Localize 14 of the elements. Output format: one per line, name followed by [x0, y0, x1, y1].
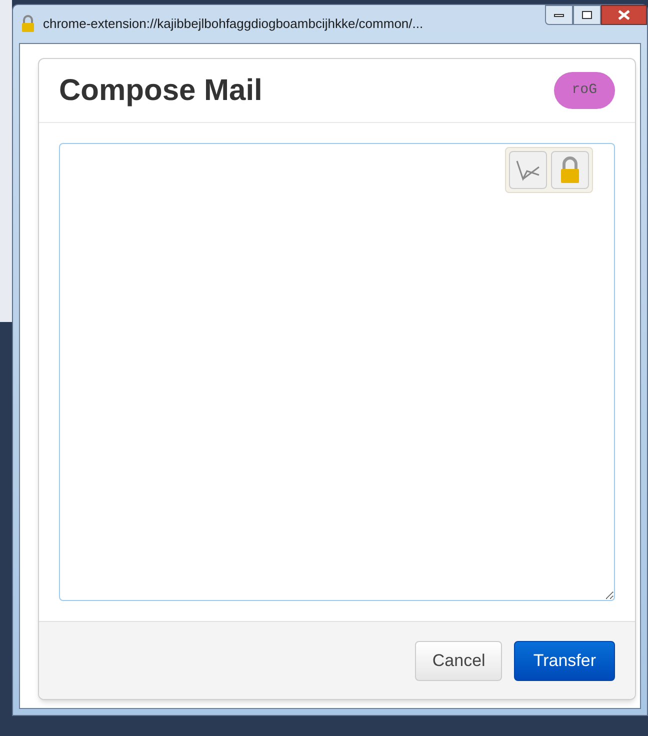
status-badge: roG	[554, 72, 615, 109]
lock-icon	[560, 156, 580, 184]
dialog-title: Compose Mail	[59, 73, 262, 109]
window-title: chrome-extension://kajibbejlbohfaggdiogboambcijhkke/common/...	[43, 15, 424, 34]
close-icon	[618, 10, 630, 20]
signature-button[interactable]	[509, 151, 547, 189]
lock-icon	[21, 15, 35, 33]
pen-icon	[515, 159, 541, 181]
transfer-button[interactable]: Transfer	[514, 640, 615, 680]
message-field[interactable]	[59, 143, 615, 601]
cancel-button[interactable]: Cancel	[415, 640, 502, 680]
close-button[interactable]	[601, 5, 647, 25]
maximize-button[interactable]	[573, 5, 601, 25]
minimize-button[interactable]	[545, 5, 573, 25]
